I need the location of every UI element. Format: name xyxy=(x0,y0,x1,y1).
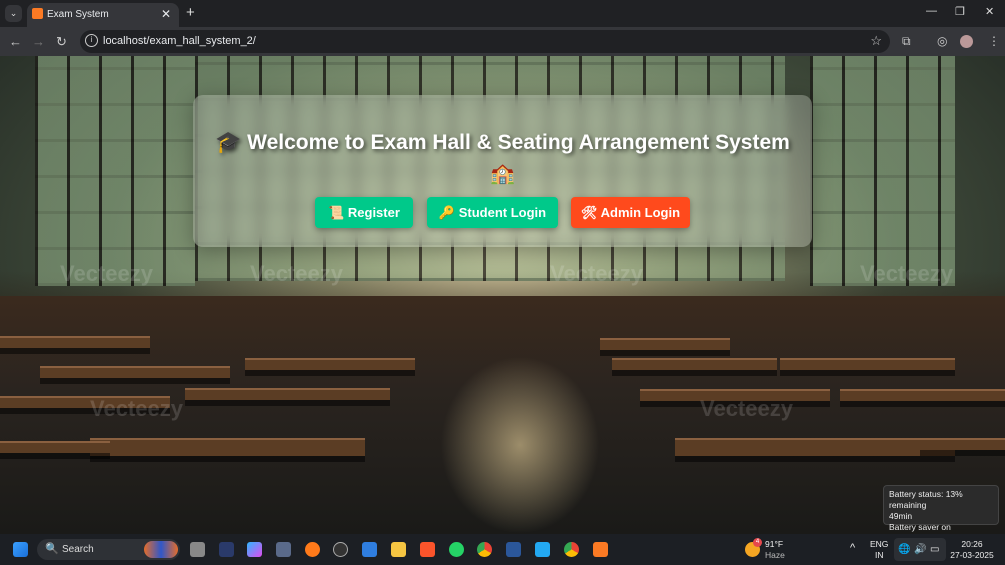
chrome-active-icon[interactable] xyxy=(564,542,579,557)
avatar[interactable] xyxy=(960,35,973,48)
back-icon[interactable]: ← xyxy=(9,34,22,49)
window-left xyxy=(35,56,195,286)
language-indicator[interactable]: ENG IN xyxy=(870,539,888,561)
reload-icon[interactable]: ↻ xyxy=(56,34,67,50)
sunlight xyxy=(440,356,600,534)
search-icon: 🔍 xyxy=(45,543,59,555)
battery-icon: ▭ xyxy=(930,544,940,555)
desk xyxy=(920,438,1005,450)
close-window-button[interactable]: ✕ xyxy=(985,5,994,18)
bookmark-star-icon[interactable]: ☆ xyxy=(870,33,882,49)
search-highlight-image xyxy=(144,541,178,558)
store-icon[interactable] xyxy=(362,542,377,557)
graduation-cap-icon: 🎓 xyxy=(215,131,242,154)
weather-widget[interactable]: 91°F Haze xyxy=(765,539,785,561)
window-right xyxy=(810,56,955,286)
lang-text: ENG xyxy=(870,539,889,549)
brave-icon[interactable] xyxy=(420,542,435,557)
desk xyxy=(600,338,730,350)
desk xyxy=(0,336,150,348)
page-title: 🎓 Welcome to Exam Hall & Seating Arrange… xyxy=(193,131,812,155)
weather-desc: Haze xyxy=(765,550,785,560)
watermark: Vecteezy xyxy=(250,261,343,286)
school-icon: 🏫 xyxy=(490,163,515,185)
tab-exam-system[interactable]: Exam System ✕ xyxy=(27,3,179,27)
tooltip-line: 49min xyxy=(889,511,913,521)
desk xyxy=(185,388,390,400)
desk xyxy=(0,441,110,453)
app-icon[interactable] xyxy=(276,542,291,557)
title-text: Welcome to Exam Hall & Seating Arrangeme… xyxy=(247,131,790,154)
battery-tooltip: Battery status: 13% remaining 49min Batt… xyxy=(883,485,999,532)
taskbar: 🔍 Search 4 91°F Haze ^ ENG IN 🌐 🔊 ▭ 20:26 2… xyxy=(0,534,1005,565)
date-text: 27-03-2025 xyxy=(950,550,994,560)
register-button[interactable]: 📜 Register xyxy=(315,197,413,228)
page-background: Vecteezy Vecteezy Vecteezy Vecteezy Vect… xyxy=(0,56,1005,534)
tab-bar: ⌄ Exam System ✕ + — ❐ ✕ xyxy=(0,0,1005,27)
watermark: Vecteezy xyxy=(550,261,643,286)
key-icon: 🔑 xyxy=(438,205,456,220)
xampp-favicon-icon xyxy=(32,8,43,19)
clock[interactable]: 20:26 27-03-2025 xyxy=(950,539,994,561)
admin-login-label: Admin Login xyxy=(600,205,681,220)
desk xyxy=(675,438,955,456)
desk xyxy=(40,366,230,378)
desk xyxy=(840,389,1005,401)
site-info-icon[interactable]: i xyxy=(85,34,98,47)
word-icon[interactable] xyxy=(506,542,521,557)
whatsapp-icon[interactable] xyxy=(449,542,464,557)
watermark: Vecteezy xyxy=(860,261,953,286)
volume-icon: 🔊 xyxy=(914,544,927,555)
desk xyxy=(245,358,415,370)
close-tab-icon[interactable]: ✕ xyxy=(161,7,171,21)
chrome-icon[interactable] xyxy=(477,542,492,557)
xampp-icon[interactable] xyxy=(593,542,608,557)
copilot-icon[interactable] xyxy=(247,542,262,557)
weather-temp: 91°F xyxy=(765,539,784,549)
tooltip-line: Battery status: 13% remaining xyxy=(889,489,963,510)
desk xyxy=(90,438,365,456)
tools-icon: 🛠 xyxy=(580,205,598,220)
chevron-up-icon[interactable]: ^ xyxy=(850,543,855,554)
register-label: Register xyxy=(347,205,400,220)
student-login-label: Student Login xyxy=(458,205,547,220)
welcome-panel: 🎓 Welcome to Exam Hall & Seating Arrange… xyxy=(193,95,812,247)
task-view-icon[interactable] xyxy=(190,542,205,557)
watermark: Vecteezy xyxy=(60,261,153,286)
firefox-icon[interactable] xyxy=(305,542,320,557)
app-icon[interactable] xyxy=(219,542,234,557)
minimize-button[interactable]: — xyxy=(926,5,937,17)
tooltip-line: Battery saver on xyxy=(889,522,951,532)
dell-icon[interactable] xyxy=(333,542,348,557)
watermark: Vecteezy xyxy=(700,396,793,421)
student-login-button[interactable]: 🔑 Student Login xyxy=(427,197,558,228)
vscode-icon[interactable] xyxy=(535,542,550,557)
desk xyxy=(612,358,777,370)
admin-login-button[interactable]: 🛠 Admin Login xyxy=(571,197,690,228)
browser-toolbar: ← → ↻ i localhost/exam_hall_system_2/ ☆ … xyxy=(0,27,1005,56)
tab-search-button[interactable]: ⌄ xyxy=(5,5,22,22)
quick-settings[interactable]: 🌐 🔊 ▭ xyxy=(894,538,946,561)
menu-icon[interactable]: ⋮ xyxy=(988,34,1000,48)
forward-icon[interactable]: → xyxy=(32,34,45,49)
desk xyxy=(780,358,955,370)
profile-sync-icon[interactable]: ◎ xyxy=(937,34,947,48)
extensions-icon[interactable]: ⧉ xyxy=(902,34,911,49)
scroll-icon: 📜 xyxy=(328,205,345,220)
region-text: IN xyxy=(874,550,884,560)
address-bar[interactable]: i localhost/exam_hall_system_2/ ☆ xyxy=(80,30,890,53)
taskbar-search[interactable]: 🔍 Search xyxy=(37,539,180,560)
restore-button[interactable]: ❐ xyxy=(955,5,965,18)
tab-title: Exam System xyxy=(47,9,109,20)
search-label: Search xyxy=(62,544,94,555)
globe-icon: 🌐 xyxy=(898,544,911,555)
new-tab-button[interactable]: + xyxy=(186,4,195,21)
time-text: 20:26 xyxy=(961,539,983,549)
weather-badge: 4 xyxy=(753,538,762,547)
windows-start-icon[interactable] xyxy=(13,542,28,557)
watermark: Vecteezy xyxy=(90,396,183,421)
url-text: localhost/exam_hall_system_2/ xyxy=(103,35,256,47)
file-explorer-icon[interactable] xyxy=(391,542,406,557)
